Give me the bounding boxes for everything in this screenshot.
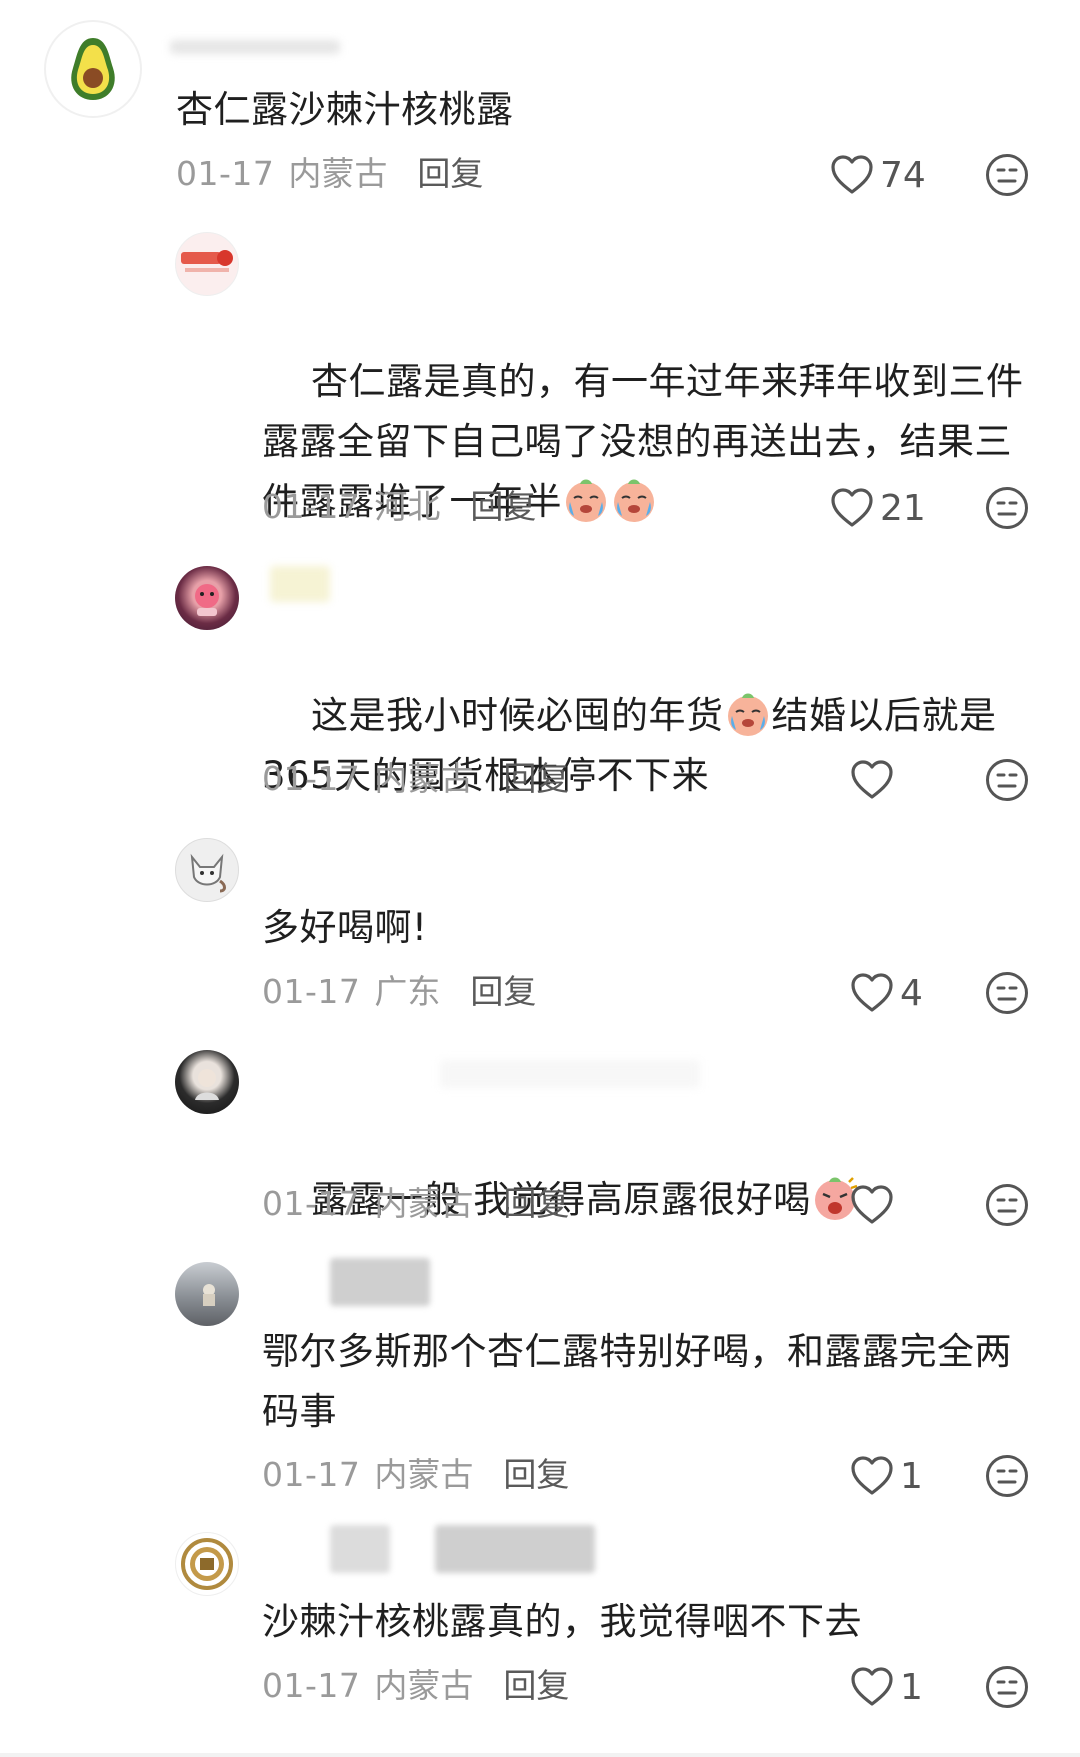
like-count: 1 xyxy=(900,1455,923,1497)
bottom-divider xyxy=(0,1753,1080,1757)
comment-location: 内蒙古 xyxy=(374,1184,474,1223)
neutral-face-icon[interactable] xyxy=(985,486,1029,530)
comment-location: 河北 xyxy=(374,487,441,526)
like-count: 21 xyxy=(880,487,926,529)
reply-button[interactable]: 回复 xyxy=(503,1666,569,1705)
heart-outline-icon xyxy=(851,1456,893,1495)
like-button[interactable]: 21 xyxy=(830,486,926,530)
comment-text: 杏仁露沙棘汁核桃露 xyxy=(176,88,514,131)
avatar[interactable] xyxy=(175,566,239,630)
comment-meta: 01-17 河北 回复 xyxy=(262,485,536,529)
neutral-face-icon[interactable] xyxy=(985,1665,1029,1709)
comment-meta: 01-17 内蒙古 回复 xyxy=(262,757,569,801)
comment-meta: 01-17 内蒙古 回复 xyxy=(262,1664,569,1708)
reply-button[interactable]: 回复 xyxy=(503,1184,569,1223)
fox-sketch-icon xyxy=(190,853,226,893)
neutral-face-icon[interactable] xyxy=(985,1183,1029,1227)
avatar[interactable] xyxy=(175,1050,239,1114)
comment-meta: 01-17 内蒙古 回复 xyxy=(176,152,483,196)
like-button[interactable] xyxy=(850,1183,900,1227)
like-button[interactable]: 1 xyxy=(850,1665,923,1709)
heart-outline-icon xyxy=(831,488,873,527)
crying-face-emoji xyxy=(566,479,606,522)
gold-emblem-icon xyxy=(181,1538,233,1590)
comment-meta: 01-17 广东 回复 xyxy=(262,970,536,1014)
neutral-face-icon[interactable] xyxy=(985,971,1029,1015)
new-year-badge-icon xyxy=(181,250,233,272)
neutral-face-icon[interactable] xyxy=(985,153,1029,197)
comment-date: 01-17 xyxy=(262,487,361,526)
username-blurred[interactable] xyxy=(170,40,340,54)
username-blurred[interactable] xyxy=(330,1525,390,1573)
comment-location: 广东 xyxy=(374,972,441,1011)
username-blurred[interactable] xyxy=(330,1258,430,1306)
like-button[interactable]: 4 xyxy=(850,971,923,1015)
avatar[interactable] xyxy=(175,838,239,902)
avatar[interactable] xyxy=(175,1262,239,1326)
reply-button[interactable]: 回复 xyxy=(503,759,569,798)
like-button[interactable] xyxy=(850,758,900,802)
username-blurred[interactable] xyxy=(435,1525,595,1573)
comment-location: 内蒙古 xyxy=(374,759,474,798)
heart-outline-icon xyxy=(851,760,893,799)
comment-text: 多好喝啊! xyxy=(262,906,428,949)
comment-location: 内蒙古 xyxy=(374,1666,474,1705)
like-button[interactable]: 74 xyxy=(830,153,926,197)
pink-character-icon xyxy=(195,584,219,616)
comment-date: 01-17 xyxy=(262,1184,361,1223)
comment-date: 01-17 xyxy=(262,972,361,1011)
username-blurred[interactable] xyxy=(440,1060,700,1088)
like-count: 1 xyxy=(900,1666,923,1708)
heart-outline-icon xyxy=(851,973,893,1012)
comment-date: 01-17 xyxy=(262,1455,361,1494)
crying-face-emoji xyxy=(727,693,768,736)
like-count: 74 xyxy=(880,154,926,196)
avocado-icon xyxy=(71,38,115,100)
person-photo-icon xyxy=(195,1069,219,1100)
comment-meta: 01-17 内蒙古 回复 xyxy=(262,1453,569,1497)
comment-text: 这是我小时候必囤的年货 结婚以后就是 365天的囤货根本停不下来 xyxy=(262,626,1032,866)
heart-outline-icon xyxy=(851,1667,893,1706)
crying-face-emoji xyxy=(614,479,654,522)
comment-date: 01-17 xyxy=(262,759,361,798)
comment-meta: 01-17 内蒙古 回复 xyxy=(262,1182,569,1226)
like-count: 4 xyxy=(900,972,923,1014)
reply-button[interactable]: 回复 xyxy=(417,154,483,193)
avatar[interactable] xyxy=(44,20,142,118)
comment-text-content: 这是我小时候必囤的年货 xyxy=(311,694,724,737)
comment-text: 鄂尔多斯那个杏仁露特别好喝，和露露完全两码事 xyxy=(262,1330,1012,1433)
reply-button[interactable]: 回复 xyxy=(470,972,536,1011)
username-blurred[interactable] xyxy=(270,566,330,602)
reply-button[interactable]: 回复 xyxy=(470,487,536,526)
comment-location: 内蒙古 xyxy=(374,1455,474,1494)
neutral-face-icon[interactable] xyxy=(985,1454,1029,1498)
avatar[interactable] xyxy=(175,232,239,296)
comment-date: 01-17 xyxy=(262,1666,361,1705)
like-button[interactable]: 1 xyxy=(850,1454,923,1498)
avatar[interactable] xyxy=(175,1532,239,1596)
heart-outline-icon xyxy=(851,1185,893,1224)
comment-location: 内蒙古 xyxy=(288,154,388,193)
comment-text: 杏仁露是真的，有一年过年来拜年收到三件露露全留下自己喝了没想的再送出去，结果三件… xyxy=(262,292,1032,592)
neutral-face-icon[interactable] xyxy=(985,758,1029,802)
comment-text: 沙棘汁核桃露真的，我觉得咽不下去 xyxy=(262,1600,862,1643)
comment-date: 01-17 xyxy=(176,154,275,193)
heart-outline-icon xyxy=(831,155,873,194)
landscape-photo-icon xyxy=(203,1284,215,1306)
reply-button[interactable]: 回复 xyxy=(503,1455,569,1494)
